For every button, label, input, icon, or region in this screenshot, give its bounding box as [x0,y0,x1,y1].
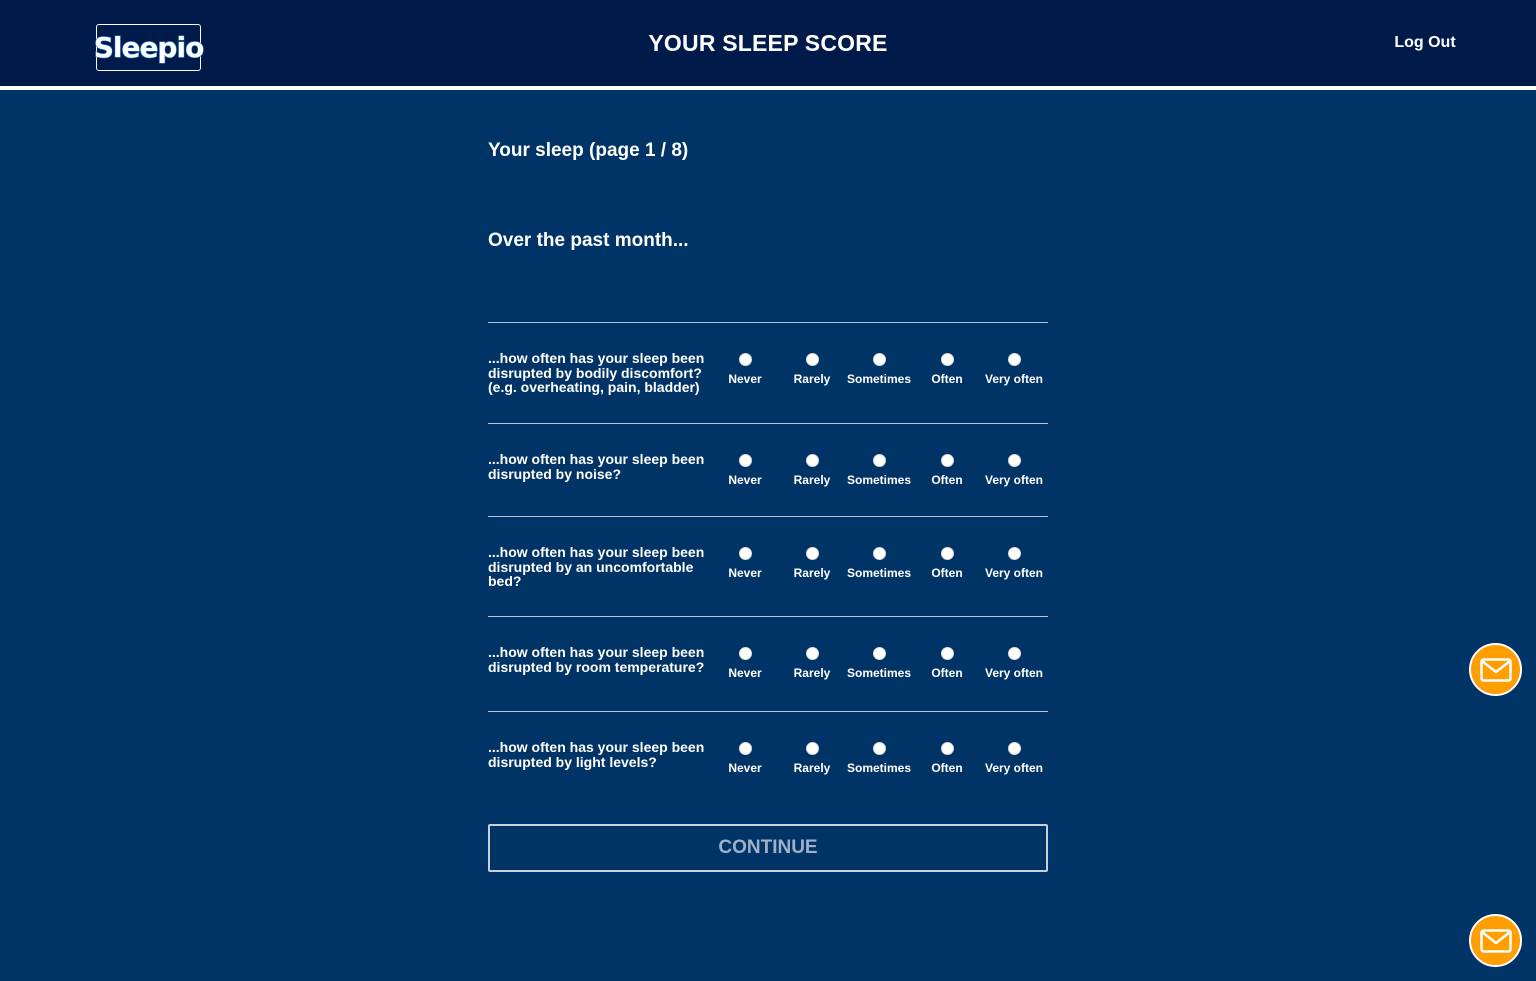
option-often[interactable]: Often [912,547,982,580]
page-title: YOUR SLEEP SCORE [648,30,888,56]
option-label: Never [728,473,762,487]
option-very-often[interactable]: Very often [979,742,1049,775]
option-often[interactable]: Often [912,353,982,386]
radio-button[interactable] [738,742,752,755]
radio-button[interactable] [940,647,954,660]
option-sometimes[interactable]: Sometimes [844,647,914,680]
option-label: Very often [984,666,1044,680]
option-often[interactable]: Often [912,742,982,775]
question-text: ...how often has your sleep been disrupt… [488,350,705,395]
radio-button[interactable] [940,353,954,366]
option-label: Rarely [793,372,831,386]
option-never[interactable]: Never [710,647,780,680]
option-label: Rarely [793,761,831,775]
radio-button[interactable] [1007,647,1021,660]
page-indicator: Your sleep (page 1 / 8) [488,140,689,161]
continue-button[interactable]: CONTINUE [488,824,1048,872]
radio-button[interactable] [872,547,886,560]
option-rarely[interactable]: Rarely [777,353,847,386]
option-often[interactable]: Often [912,647,982,680]
option-very-often[interactable]: Very often [979,353,1049,386]
intro-text: Over the past month... [488,230,689,251]
contact-button[interactable] [1469,914,1522,967]
option-sometimes[interactable]: Sometimes [844,454,914,487]
envelope-icon [1479,928,1512,953]
question-row: ...how often has your sleep been disrupt… [488,616,1048,711]
option-label: Often [931,473,963,487]
option-sometimes[interactable]: Sometimes [844,547,914,580]
radio-button[interactable] [738,547,752,560]
radio-button[interactable] [805,454,819,467]
option-label: Sometimes [846,666,912,680]
question-text: ...how often has your sleep been disrupt… [488,544,705,589]
option-label: Often [931,372,963,386]
option-very-often[interactable]: Very often [979,647,1049,680]
option-very-often[interactable]: Very often [979,547,1049,580]
radio-button[interactable] [738,647,752,660]
radio-button[interactable] [1007,353,1021,366]
option-label: Very often [984,761,1044,775]
option-label: Never [728,666,762,680]
radio-button[interactable] [872,742,886,755]
radio-button[interactable] [805,742,819,755]
option-very-often[interactable]: Very often [979,454,1049,487]
radio-button[interactable] [1007,547,1021,560]
envelope-icon [1479,657,1512,682]
radio-button[interactable] [872,647,886,660]
radio-button[interactable] [738,353,752,366]
option-rarely[interactable]: Rarely [777,454,847,487]
option-label: Very often [984,372,1044,386]
question-text: ...how often has your sleep been disrupt… [488,644,705,675]
question-row: ...how often has your sleep been disrupt… [488,516,1048,616]
radio-button[interactable] [940,454,954,467]
question-text: ...how often has your sleep been disrupt… [488,451,705,482]
radio-button[interactable] [1007,454,1021,467]
question-row: ...how often has your sleep been disrupt… [488,322,1048,423]
option-label: Sometimes [846,473,912,487]
option-label: Often [931,666,963,680]
option-often[interactable]: Often [912,454,982,487]
option-label: Never [728,372,762,386]
option-sometimes[interactable]: Sometimes [844,742,914,775]
option-label: Never [728,566,762,580]
radio-button[interactable] [940,742,954,755]
option-label: Sometimes [846,761,912,775]
option-label: Rarely [793,473,831,487]
app-header: Sleepio YOUR SLEEP SCORE Log Out [0,0,1536,90]
question-row: ...how often has your sleep been disrupt… [488,711,1048,801]
option-label: Rarely [793,566,831,580]
option-never[interactable]: Never [710,454,780,487]
option-label: Rarely [793,666,831,680]
radio-button[interactable] [805,547,819,560]
logout-link[interactable]: Log Out [1380,34,1470,52]
contact-button[interactable] [1469,643,1522,696]
option-rarely[interactable]: Rarely [777,742,847,775]
question-text: ...how often has your sleep been disrupt… [488,739,705,770]
option-label: Very often [984,473,1044,487]
option-label: Sometimes [846,372,912,386]
option-label: Very often [984,566,1044,580]
option-rarely[interactable]: Rarely [777,547,847,580]
option-label: Sometimes [846,566,912,580]
option-sometimes[interactable]: Sometimes [844,353,914,386]
radio-button[interactable] [940,547,954,560]
radio-button[interactable] [872,454,886,467]
option-never[interactable]: Never [710,547,780,580]
option-never[interactable]: Never [710,353,780,386]
radio-button[interactable] [872,353,886,366]
radio-button[interactable] [805,353,819,366]
option-never[interactable]: Never [710,742,780,775]
option-label: Never [728,761,762,775]
option-rarely[interactable]: Rarely [777,647,847,680]
radio-button[interactable] [738,454,752,467]
radio-button[interactable] [805,647,819,660]
radio-button[interactable] [1007,742,1021,755]
option-label: Often [931,566,963,580]
question-row: ...how often has your sleep been disrupt… [488,423,1048,516]
option-label: Often [931,761,963,775]
